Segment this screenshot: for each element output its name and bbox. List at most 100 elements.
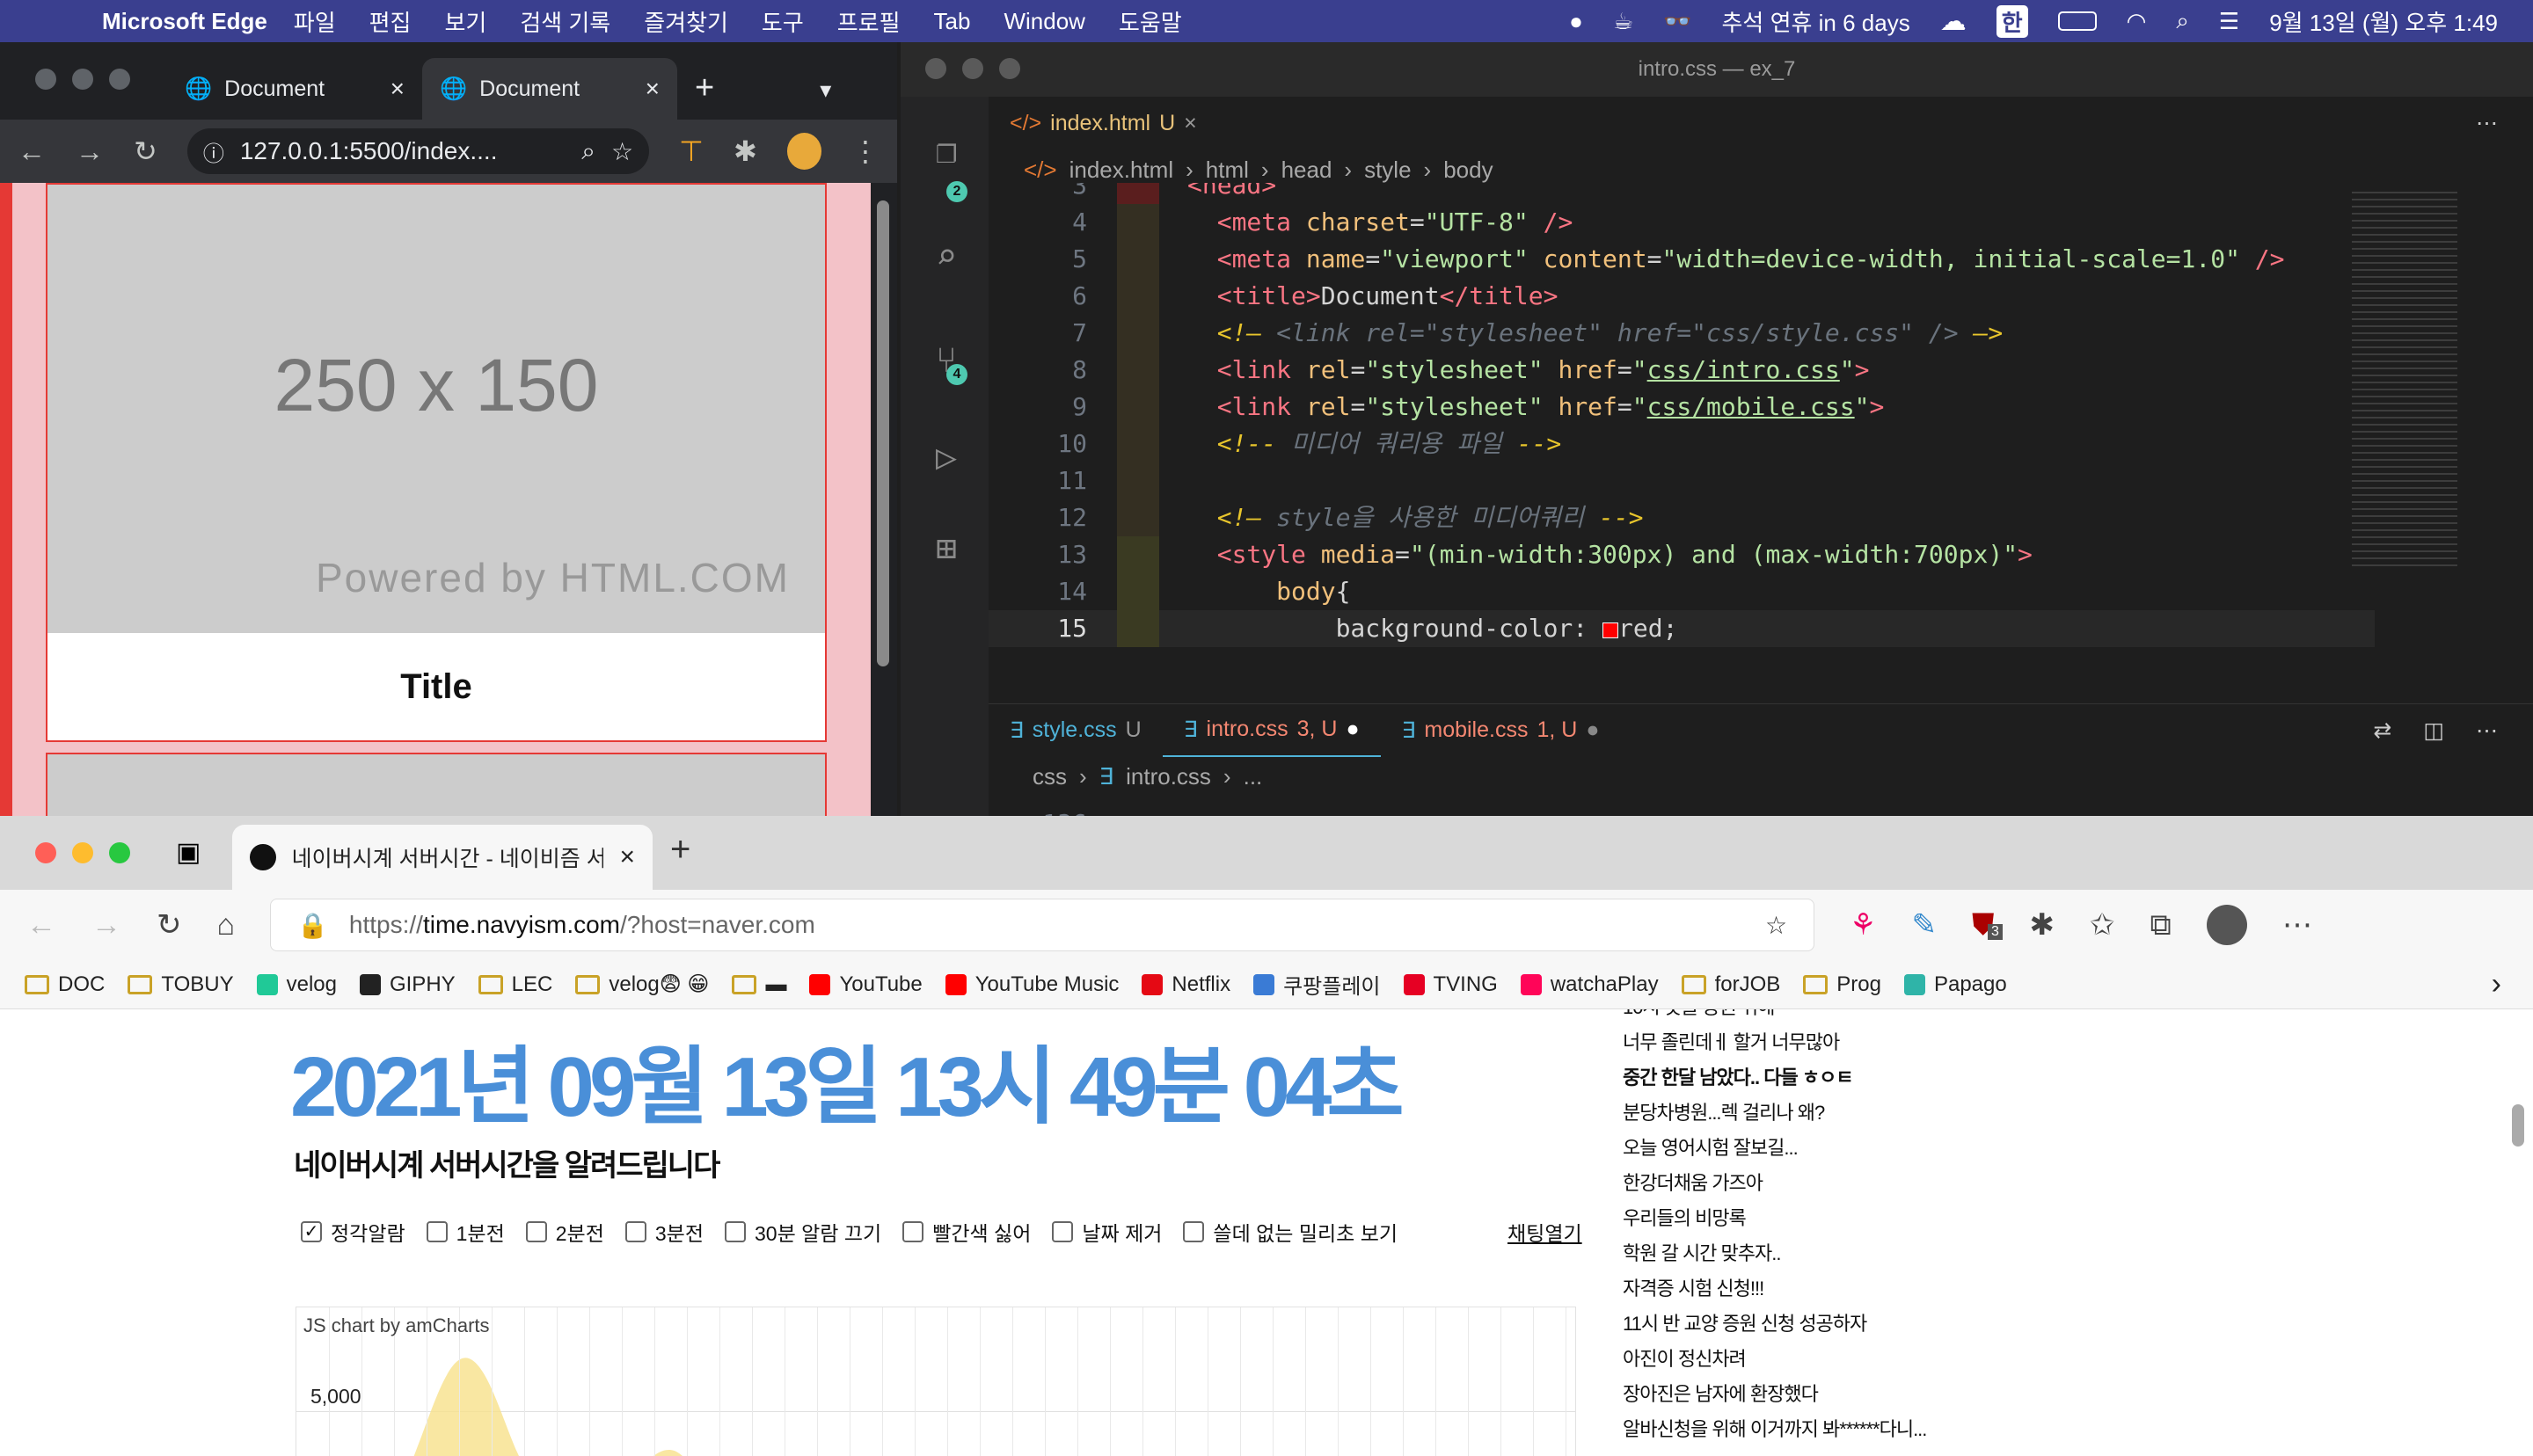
extensions-icon[interactable]: ✱ [734,135,757,168]
close-tab-icon[interactable]: × [1184,111,1197,136]
checkbox-icon[interactable] [1052,1221,1074,1242]
address-bar[interactable]: 🔒 https://time.navyism.com/?host=naver.c… [270,899,1815,951]
unsaved-dot-icon[interactable]: ● [1346,717,1359,742]
breadcrumb-item[interactable]: head [1281,157,1332,184]
option-checkbox[interactable]: 빨간색 싫어 [902,1217,1031,1247]
zoom-window-button[interactable] [999,58,1020,79]
tab-mobile-css[interactable]: ∃ mobile.css 1, U ● [1381,704,1621,757]
notification-icon[interactable]: ● [1569,8,1583,35]
settings-more-icon[interactable]: ⋯ [2282,907,2312,943]
option-checkbox[interactable]: ✓ 정각알람 [301,1217,405,1247]
reload-icon[interactable]: ↻ [134,135,157,168]
checkbox-icon[interactable] [426,1221,448,1242]
option-checkbox[interactable]: 30분 알람 끄기 [725,1217,881,1247]
menu-history[interactable]: 검색 기록 [520,5,610,38]
teapot-icon[interactable]: ☕ [1613,8,1633,35]
tab-style-css[interactable]: ∃ style.css U [989,704,1163,757]
address-bar[interactable]: ⓘ 127.0.0.1:5500/index.... ⌕ ☆ [186,128,650,174]
tab-actions-icon[interactable]: ▣ [176,837,201,868]
bookmark-item[interactable]: YouTube Music [945,972,1119,997]
breadcrumb-item[interactable]: html [1206,157,1249,184]
app-menu[interactable]: Microsoft Edge [102,8,267,35]
close-window-button[interactable] [925,58,946,79]
tab-navyism[interactable]: 네이버시계 서버시간 - 네이비즘 서버 × [232,825,653,890]
more-actions-icon[interactable]: ⋯ [2476,110,2498,136]
bookmark-item[interactable]: TOBUY [128,972,234,997]
close-tab-icon[interactable]: × [646,75,660,103]
code-line[interactable]: 15 background-color: red; [989,610,2375,647]
breadcrumb-item[interactable]: body [1443,157,1493,184]
more-actions-icon[interactable]: ⋯ [2476,717,2498,744]
extensions-icon[interactable]: ⊞ [927,529,966,568]
code-line[interactable]: 12 <!— style을 사용한 미디어쿼리 --> [989,499,2375,536]
unsaved-dot-icon[interactable]: ● [1586,717,1599,743]
bookmark-item[interactable]: velog😨 😁 [575,972,709,997]
explorer-icon[interactable]: ❐ [927,132,966,171]
bookmark-item[interactable]: LEC [478,972,552,997]
split-editor-icon[interactable]: ◫ [2423,717,2444,744]
menu-icon[interactable]: ⋮ [851,135,880,168]
close-window-button[interactable] [35,842,56,863]
run-debug-icon[interactable]: ▷ [927,438,966,477]
code-line[interactable]: 6 <title>Document</title> [989,278,2375,315]
info-icon[interactable]: ⓘ [203,136,224,167]
wifi-icon[interactable]: ◠ [2127,8,2147,35]
bookmark-star-icon[interactable]: ☆ [611,137,633,166]
search-icon[interactable]: ⌕ [927,237,966,276]
code-line[interactable]: 13 <style media="(min-width:300px) and (… [989,536,2375,573]
menu-tools[interactable]: 도구 [762,5,804,38]
option-checkbox[interactable]: 3분전 [624,1217,704,1247]
option-checkbox[interactable]: 2분전 [525,1217,604,1247]
checkbox-icon[interactable] [525,1221,547,1242]
reload-icon[interactable]: ↻ [157,907,182,943]
bookmark-item[interactable]: forJOB [1681,972,1780,997]
extension-hammer-icon[interactable]: ⊤ [679,135,704,168]
favorites-icon[interactable]: ✩ [2090,907,2115,943]
bookmark-item[interactable]: ▬ [732,972,786,997]
menu-window[interactable]: Window [1004,8,1084,35]
countdown-status[interactable]: 추석 연휴 in 6 days [1722,5,1910,38]
bookmark-item[interactable]: velog [256,972,337,997]
breadcrumb-item[interactable]: index.html [1069,157,1174,184]
zoom-icon[interactable]: ⌕ [581,137,595,166]
scrollbar-thumb[interactable] [877,200,889,666]
minimize-window-button[interactable] [72,69,93,90]
bookmark-item[interactable]: GIPHY [359,972,456,997]
code-line[interactable]: 7 <!— <link rel="stylesheet" href="css/s… [989,315,2375,352]
open-chat-link[interactable]: 채팅열기 [1507,1217,1582,1247]
profile-avatar[interactable] [2206,905,2247,945]
code-line[interactable]: 9 <link rel="stylesheet" href="css/mobil… [989,389,2375,426]
bookmark-item[interactable]: 쿠팡플레이 [1253,969,1381,1000]
menu-view[interactable]: 보기 [444,5,486,38]
checkbox-icon[interactable]: ✓ [301,1221,322,1242]
menubar-clock[interactable]: 9월 13일 (월) 오후 1:49 [2269,5,2498,38]
menu-favorites[interactable]: 즐겨찾기 [644,5,728,38]
tab-intro-css[interactable]: ∃ intro.css 3, U ● [1162,704,1381,757]
bookmark-item[interactable]: TVING [1403,972,1498,997]
back-icon[interactable]: ← [26,908,56,943]
search-icon[interactable]: ⌕ [2176,7,2189,35]
input-source[interactable]: 한 [1996,4,2028,38]
forward-icon[interactable]: → [76,135,104,168]
collections-icon[interactable]: ⧉ [2150,908,2172,943]
scrollbar-thumb[interactable] [2512,1104,2524,1147]
back-icon[interactable]: ← [18,135,46,168]
new-tab-button[interactable]: + [670,830,690,870]
minimize-window-button[interactable] [962,58,983,79]
zoom-window-button[interactable] [109,842,130,863]
home-icon[interactable]: ⌂ [217,908,236,943]
glasses-icon[interactable]: 👓 [1663,8,1691,35]
checkbox-icon[interactable] [624,1221,646,1242]
close-tab-icon[interactable]: × [619,842,635,872]
option-checkbox[interactable]: 날짜 제거 [1052,1217,1162,1247]
menu-tab[interactable]: Tab [934,8,971,35]
code-line[interactable]: 8 <link rel="stylesheet" href="css/intro… [989,352,2375,389]
checkbox-icon[interactable] [1183,1221,1205,1242]
add-favorite-icon[interactable]: ☆ [1765,911,1787,940]
code-line[interactable]: 136 } [989,768,2375,912]
close-window-button[interactable] [35,69,56,90]
more-bookmarks-icon[interactable]: › [2492,967,2501,1001]
bookmark-item[interactable]: watchaPlay [1520,972,1659,997]
extension-sitemap-icon[interactable]: ⚘ [1850,907,1876,943]
menu-profile[interactable]: 프로필 [837,5,901,38]
